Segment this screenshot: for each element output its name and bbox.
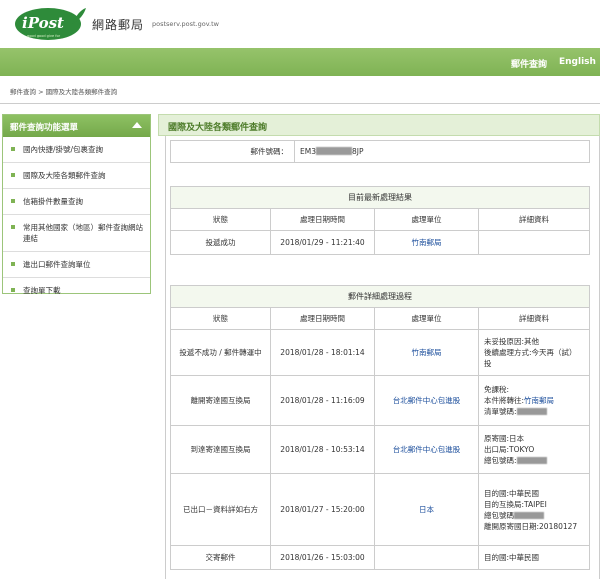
redaction-mask xyxy=(516,457,547,464)
col-details: 詳細資料 xyxy=(478,208,590,231)
col-unit: 處理單位 xyxy=(374,307,479,330)
detail-label: 總包號碼 xyxy=(484,510,514,520)
sidebar-item-other-countries[interactable]: 常用其他國家（地區）郵件查詢網站連結 xyxy=(3,215,150,252)
detail-history-table: 郵件詳細處理過程 狀態 處理日期時間 處理單位 詳細資料 投遞不成功 / 郵件轉… xyxy=(170,285,590,570)
site-header: iPost good good give for 網路郵局 postserv.p… xyxy=(0,0,600,48)
sidebar-title[interactable]: 郵件查詢功能選單 xyxy=(3,115,150,137)
row-status: 交寄郵件 xyxy=(170,545,271,570)
detail-line: 免課稅: xyxy=(484,385,510,394)
table-row: 交寄郵件 2018/01/26 - 15:03:00 目的國:中華民國 xyxy=(170,545,590,570)
site-url: postserv.post.gov.tw xyxy=(152,20,219,28)
divider xyxy=(0,103,600,104)
detail-line: 目的互換局:TAIPEI xyxy=(484,499,547,509)
row-details: 目的國:中華民國 目的互換局:TAIPEI 總包號碼 離開原寄國日期:20180… xyxy=(478,473,590,546)
row-status: 離開寄達國互換局 xyxy=(170,375,271,426)
detail-line: 本件將轉往:竹南郵局 xyxy=(484,395,584,406)
table-row: 投遞不成功 / 郵件轉運中 2018/01/28 - 18:01:14 竹南郵局… xyxy=(170,329,590,376)
sidebar-item-mailbox-count[interactable]: 信箱掛件數量查詢 xyxy=(3,189,150,215)
row-details: 未妥投原因:其他 後續處理方式:今天再（試）投 xyxy=(478,329,590,376)
table-row: 到達寄達國互換局 2018/01/28 - 10:53:14 台北郵件中心包進股… xyxy=(170,425,590,474)
redaction-mask xyxy=(514,511,544,519)
row-datetime: 2018/01/27 - 15:20:00 xyxy=(270,473,375,546)
col-datetime: 處理日期時間 xyxy=(270,208,375,231)
detail-line: 出口局:TOKYO xyxy=(484,445,535,454)
mail-number-suffix: 8JP xyxy=(351,147,364,156)
row-status: 投遞成功 xyxy=(170,230,271,255)
sidebar-item-download-form[interactable]: 查詢單下載 xyxy=(3,278,150,303)
row-details: 原寄國:日本 出口局:TOKYO 總包號碼: xyxy=(478,425,590,474)
col-status: 狀態 xyxy=(170,307,271,330)
row-status: 到達寄達國互換局 xyxy=(170,425,271,474)
row-details: 目的國:中華民國 xyxy=(478,545,590,570)
nav-english[interactable]: English xyxy=(559,57,596,67)
row-unit-link[interactable]: 台北郵件中心包進股 xyxy=(374,375,479,426)
detail-line: 總包號碼 xyxy=(484,510,584,521)
detail-section-title: 郵件詳細處理過程 xyxy=(170,285,590,308)
sidebar-item-international[interactable]: 國際及大陸各類郵件查詢 xyxy=(3,163,150,189)
redaction-mask xyxy=(315,147,352,155)
redaction-mask xyxy=(516,408,547,415)
col-datetime: 處理日期時間 xyxy=(270,307,375,330)
row-unit-link[interactable]: 竹南郵局 xyxy=(374,230,479,255)
col-status: 狀態 xyxy=(170,208,271,231)
row-status: 投遞不成功 / 郵件轉運中 xyxy=(170,329,271,376)
col-details: 詳細資料 xyxy=(478,307,590,330)
detail-label: 清單號碼: xyxy=(484,407,517,416)
top-nav: 郵件查詢 English xyxy=(0,48,600,76)
detail-line: 離開原寄國日期:20180127 xyxy=(484,521,578,531)
latest-section-title: 目前最新處理結果 xyxy=(170,186,590,209)
latest-result-table: 目前最新處理結果 狀態 處理日期時間 處理單位 詳細資料 投遞成功 2018/0… xyxy=(170,186,590,255)
mail-number-table: 郵件號碼： EM3 8JP xyxy=(170,140,590,163)
row-unit-link[interactable]: 日本 xyxy=(374,473,479,546)
breadcrumb: 郵件查詢 > 國際及大陸各類郵件查詢 xyxy=(10,88,118,96)
row-datetime: 2018/01/29 - 11:21:40 xyxy=(270,230,375,255)
detail-link[interactable]: 竹南郵局 xyxy=(524,396,554,405)
row-details: 免課稅: 本件將轉往:竹南郵局 清單號碼: xyxy=(478,375,590,426)
page-title: 國際及大陸各類郵件查詢 xyxy=(158,114,600,136)
leaf-icon xyxy=(72,8,86,24)
row-unit-link[interactable]: 台北郵件中心包進股 xyxy=(374,425,479,474)
mail-number-value: EM3 8JP xyxy=(294,140,590,163)
detail-label: 總包號碼: xyxy=(484,456,517,465)
collapse-arrow-icon[interactable] xyxy=(132,122,142,128)
row-details xyxy=(478,230,590,255)
row-datetime: 2018/01/28 - 10:53:14 xyxy=(270,425,375,474)
sidebar-item-domestic[interactable]: 國內快捷/掛號/包裹查詢 xyxy=(3,137,150,163)
row-unit-link[interactable]: 竹南郵局 xyxy=(374,329,479,376)
detail-line: 原寄國:日本 xyxy=(484,434,525,443)
table-row: 離開寄達國互換局 2018/01/28 - 11:16:09 台北郵件中心包進股… xyxy=(170,375,590,426)
row-datetime: 2018/01/28 - 11:16:09 xyxy=(270,375,375,426)
table-row: 已出口－資料詳如右方 2018/01/27 - 15:20:00 日本 目的國:… xyxy=(170,473,590,546)
col-unit: 處理單位 xyxy=(374,208,479,231)
detail-line: 清單號碼: xyxy=(484,406,584,417)
logo-tagline: good good give for xyxy=(27,34,61,38)
row-datetime: 2018/01/26 - 15:03:00 xyxy=(270,545,375,570)
sidebar-item-import-export[interactable]: 進出口郵件查詢單位 xyxy=(3,252,150,278)
table-row: 投遞成功 2018/01/29 - 11:21:40 竹南郵局 xyxy=(170,230,590,255)
detail-line: 未妥投原因:其他 xyxy=(484,337,540,346)
detail-label: 本件將轉往: xyxy=(484,396,525,405)
detail-line: 目的國:中華民國 xyxy=(484,488,540,498)
mail-number-prefix: EM3 xyxy=(300,147,316,156)
row-status: 已出口－資料詳如右方 xyxy=(170,473,271,546)
nav-mail-tracking[interactable]: 郵件查詢 xyxy=(511,57,547,70)
sidebar-menu: 郵件查詢功能選單 國內快捷/掛號/包裹查詢 國際及大陸各類郵件查詢 信箱掛件數量… xyxy=(2,114,151,295)
site-name: 網路郵局 xyxy=(92,18,145,32)
row-unit xyxy=(374,545,479,570)
logo-text: iPost xyxy=(22,14,64,32)
detail-line: 後續處理方式:今天再（試）投 xyxy=(484,348,577,368)
mail-number-label: 郵件號碼： xyxy=(170,140,295,163)
sidebar-title-label: 郵件查詢功能選單 xyxy=(10,123,79,133)
row-datetime: 2018/01/28 - 18:01:14 xyxy=(270,329,375,376)
detail-line: 總包號碼: xyxy=(484,455,584,466)
